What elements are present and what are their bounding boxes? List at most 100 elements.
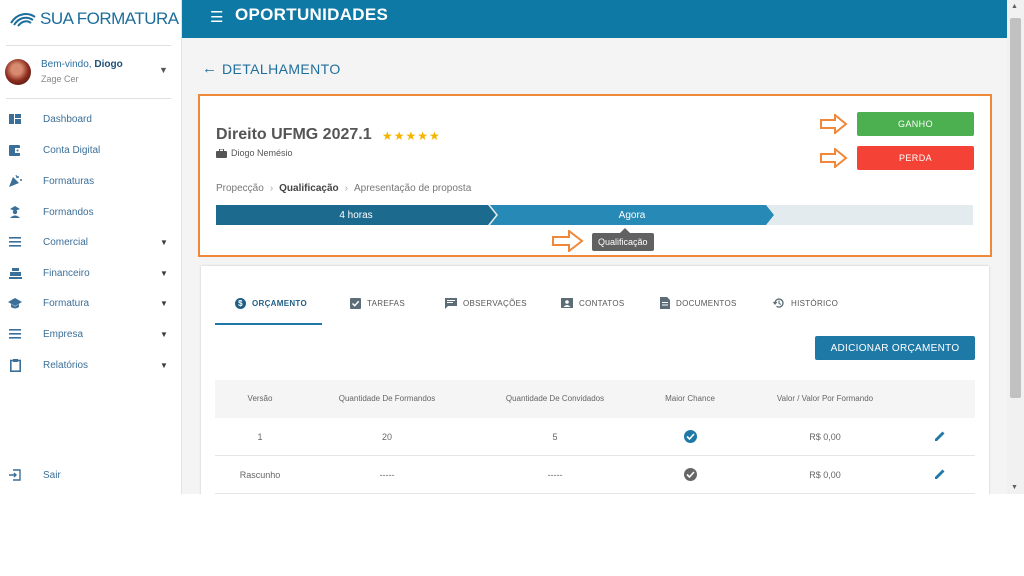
cell-guests: ----- xyxy=(547,470,563,480)
dashboard-icon xyxy=(8,112,22,126)
chevron-right-icon: › xyxy=(269,183,274,194)
user-name: Diogo xyxy=(94,59,123,70)
stage-label: 4 horas xyxy=(339,209,373,221)
menu-icon xyxy=(8,327,22,341)
sidebar-item-label: Financeiro xyxy=(43,267,90,279)
budget-table: Versão Quantidade De Formandos Quantidad… xyxy=(215,380,975,494)
best-chance-check-icon[interactable] xyxy=(684,468,697,481)
arrow-right-icon xyxy=(820,114,848,134)
sidebar-item-formandos[interactable]: Formandos xyxy=(8,202,176,222)
caret-down-icon[interactable]: ▼ xyxy=(159,65,168,75)
dollar-icon: $ xyxy=(235,297,246,309)
table-header: Versão Quantidade De Formandos Quantidad… xyxy=(215,380,975,418)
column-header: Valor / Valor Por Formando xyxy=(776,394,874,403)
brand-logo[interactable]: SUA FORMATURA xyxy=(10,9,179,29)
party-icon xyxy=(8,174,22,188)
lost-button[interactable]: PERDA xyxy=(857,146,974,170)
sidebar-item-financeiro[interactable]: Financeiro ▼ xyxy=(8,263,176,283)
sidebar-item-label: Dashboard xyxy=(43,113,92,125)
sidebar-item-label: Comercial xyxy=(43,236,89,248)
cell-guests: 5 xyxy=(552,432,558,442)
sidebar-item-relatorios[interactable]: Relatórios ▼ xyxy=(8,355,176,375)
menu-icon xyxy=(8,235,22,249)
edit-pencil-icon[interactable] xyxy=(934,468,946,480)
divider xyxy=(6,45,171,46)
hamburger-menu-icon[interactable]: ☰ xyxy=(210,8,223,26)
tab-contatos[interactable]: CONTATOS xyxy=(561,294,625,312)
pipeline-stage-prospection[interactable]: 4 horas xyxy=(216,205,496,225)
caret-down-icon: ▼ xyxy=(160,237,168,247)
sidebar-item-label: Relatórios xyxy=(43,359,89,371)
logout-label: Sair xyxy=(43,469,61,481)
avatar xyxy=(5,59,31,85)
stage-pipeline: 4 horas Agora xyxy=(216,205,973,225)
tab-label: OBSERVAÇÕES xyxy=(463,298,527,308)
app-window: SUA FORMATURA Bem-vindo, Diogo Zage Cer … xyxy=(0,0,1024,494)
sidebar-item-label: Formaturas xyxy=(43,175,95,187)
caret-down-icon: ▼ xyxy=(160,268,168,278)
vertical-scrollbar[interactable]: ▲ ▼ xyxy=(1007,0,1024,494)
page-section-title: OPORTUNIDADES xyxy=(235,5,389,24)
breadcrumb-item-current[interactable]: Qualificação xyxy=(279,183,338,194)
sidebar-item-formatura[interactable]: Formatura ▼ xyxy=(8,293,176,313)
sidebar-item-formaturas[interactable]: Formaturas xyxy=(8,171,176,191)
cell-value: R$ 0,00 xyxy=(809,432,841,442)
scroll-up-icon[interactable]: ▲ xyxy=(1011,3,1018,10)
brand-name: SUA FORMATURA xyxy=(40,9,179,28)
caret-down-icon: ▼ xyxy=(160,329,168,339)
tab-label: HISTÓRICO xyxy=(791,298,839,308)
sidebar-item-comercial[interactable]: Comercial ▼ xyxy=(8,232,176,252)
comment-icon xyxy=(445,297,457,309)
briefcase-icon xyxy=(216,148,227,158)
add-budget-button[interactable]: ADICIONAR ORÇAMENTO xyxy=(815,336,975,360)
scroll-down-icon[interactable]: ▼ xyxy=(1011,484,1018,491)
user-menu[interactable]: Bem-vindo, Diogo Zage Cer ▼ xyxy=(5,56,175,92)
scrollbar-thumb[interactable] xyxy=(1010,18,1021,398)
contacts-icon xyxy=(561,298,573,308)
user-org: Zage Cer xyxy=(41,74,79,84)
top-bar: ☰ OPORTUNIDADES xyxy=(182,0,1007,38)
cell-value: R$ 0,00 xyxy=(809,470,841,480)
won-button[interactable]: GANHO xyxy=(857,112,974,136)
best-chance-check-icon[interactable] xyxy=(684,430,697,443)
tab-label: CONTATOS xyxy=(579,298,625,308)
sidebar: SUA FORMATURA Bem-vindo, Diogo Zage Cer … xyxy=(0,0,182,494)
rating-stars[interactable]: ★★★★★ xyxy=(382,129,441,143)
table-row: Rascunho ----- ----- R$ 0,00 xyxy=(215,456,975,494)
tab-orcamento[interactable]: $ ORÇAMENTO xyxy=(235,294,307,312)
breadcrumb-item[interactable]: Apresentação de proposta xyxy=(354,183,471,194)
tab-documentos[interactable]: DOCUMENTOS xyxy=(660,294,737,312)
active-tab-indicator xyxy=(215,323,322,325)
arrow-right-icon xyxy=(820,148,848,168)
sidebar-item-conta-digital[interactable]: Conta Digital xyxy=(8,140,176,160)
tab-label: ORÇAMENTO xyxy=(252,298,307,308)
edit-pencil-icon[interactable] xyxy=(934,430,946,442)
graduate-icon xyxy=(8,205,22,219)
tab-label: TAREFAS xyxy=(367,298,405,308)
mortarboard-icon xyxy=(8,296,22,310)
stage-breadcrumb: Propecção › Qualificação › Apresentação … xyxy=(216,183,471,194)
stage-label: Agora xyxy=(618,209,646,221)
tab-tarefas[interactable]: TAREFAS xyxy=(350,294,405,312)
logout-icon xyxy=(8,468,22,482)
stage-tooltip: Qualificação xyxy=(592,228,654,251)
pipeline-stage-qualification[interactable]: Agora xyxy=(490,205,774,225)
logout-button[interactable]: Sair xyxy=(8,465,176,485)
clipboard-icon xyxy=(8,358,22,372)
sidebar-item-empresa[interactable]: Empresa ▼ xyxy=(8,324,176,344)
sidebar-item-label: Conta Digital xyxy=(43,144,101,156)
cell-graduates: ----- xyxy=(379,470,395,480)
column-header: Quantidade De Convidados xyxy=(505,394,605,403)
breadcrumb-item[interactable]: Propecção xyxy=(216,183,264,194)
checkbox-icon xyxy=(350,297,361,309)
tab-historico[interactable]: HISTÓRICO xyxy=(773,294,838,312)
welcome-text: Bem-vindo, xyxy=(41,59,95,70)
sidebar-item-label: Empresa xyxy=(43,328,84,340)
back-arrow-icon[interactable]: ← xyxy=(202,60,217,77)
caret-down-icon: ▼ xyxy=(160,298,168,308)
column-header: Maior Chance xyxy=(665,394,715,403)
deal-title: Direito UFMG 2027.1 xyxy=(216,126,372,143)
tab-observacoes[interactable]: OBSERVAÇÕES xyxy=(445,294,527,312)
column-header: Quantidade De Formandos xyxy=(338,394,436,403)
sidebar-item-dashboard[interactable]: Dashboard xyxy=(8,109,176,129)
